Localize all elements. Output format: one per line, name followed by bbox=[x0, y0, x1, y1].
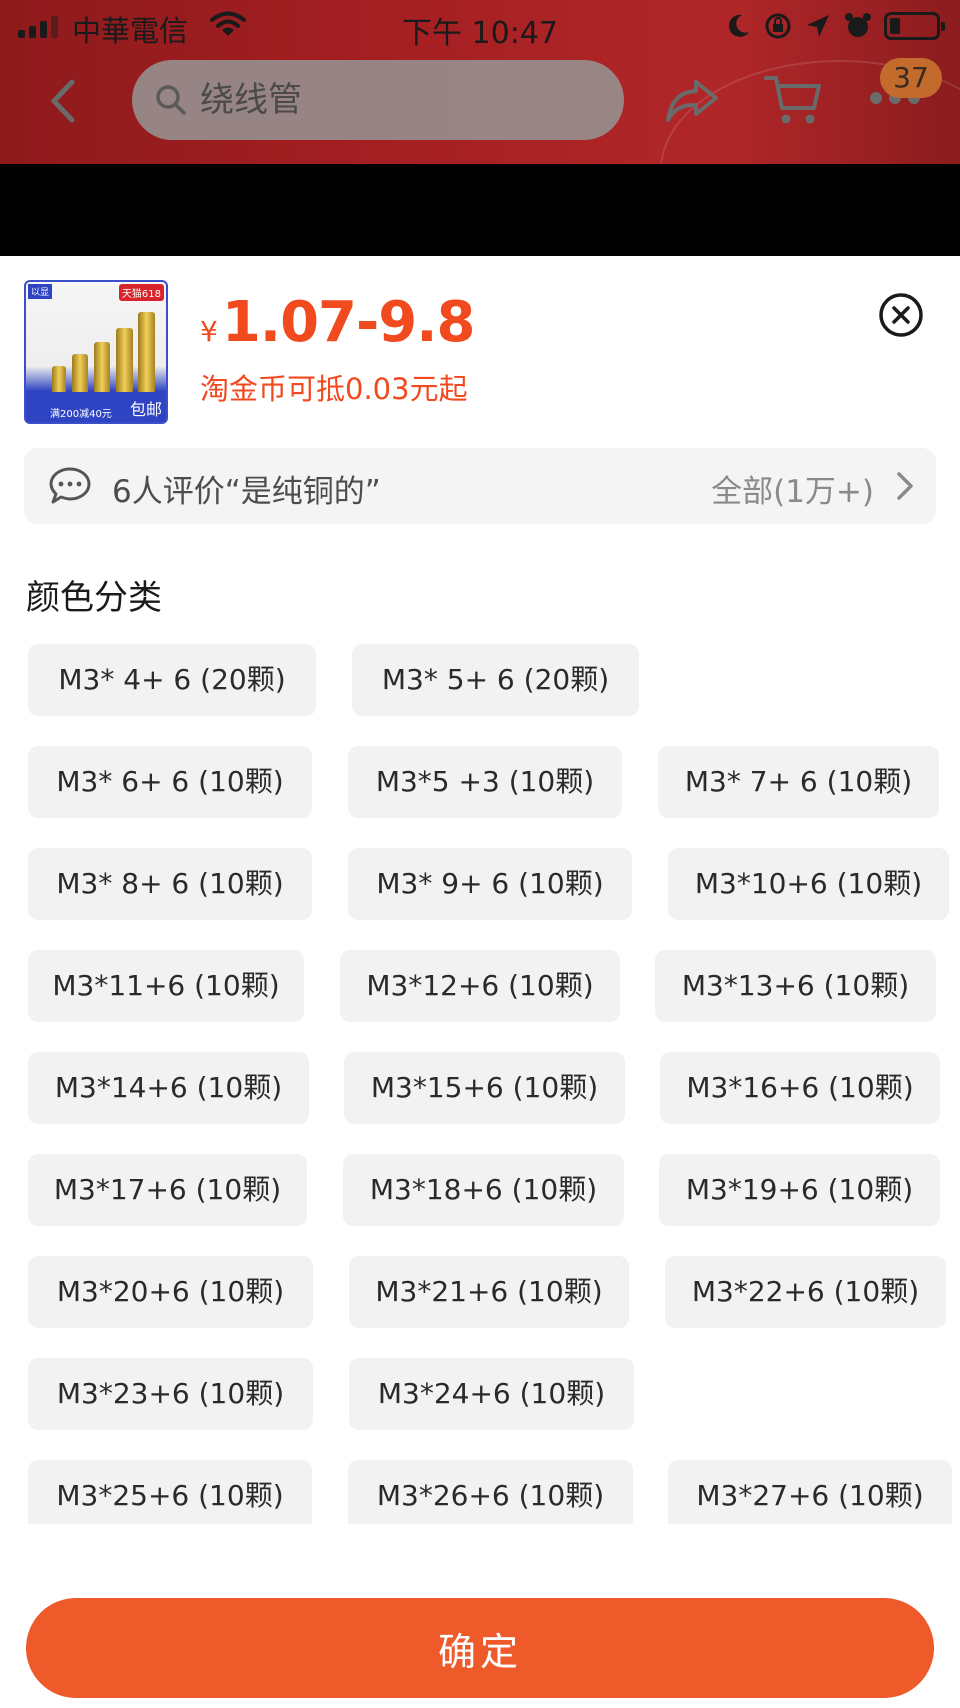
sku-option[interactable]: M3*5 +3 (10颗) bbox=[348, 746, 622, 818]
alarm-icon bbox=[845, 13, 871, 37]
sku-option[interactable]: M3*20+6 (10颗) bbox=[28, 1256, 313, 1328]
share-icon[interactable] bbox=[664, 76, 720, 126]
sku-option[interactable]: M3*18+6 (10颗) bbox=[343, 1154, 624, 1226]
sku-option[interactable]: M3*23+6 (10颗) bbox=[28, 1358, 313, 1430]
sku-option[interactable]: M3*11+6 (10颗) bbox=[28, 950, 304, 1022]
sku-option[interactable]: M3*12+6 (10颗) bbox=[340, 950, 620, 1022]
sku-option[interactable]: M3*16+6 (10颗) bbox=[660, 1052, 940, 1124]
sku-option[interactable]: M3*10+6 (10颗) bbox=[668, 848, 949, 920]
status-bar: 中華電信 下午 10:47 bbox=[0, 0, 960, 54]
sku-option[interactable]: M3*22+6 (10颗) bbox=[665, 1256, 946, 1328]
sku-option[interactable]: M3*25+6 (10颗) bbox=[28, 1460, 312, 1524]
dim-overlay-band bbox=[0, 164, 960, 256]
sku-option[interactable]: M3* 8+ 6 (10颗) bbox=[28, 848, 312, 920]
sku-option[interactable]: M3*19+6 (10颗) bbox=[659, 1154, 940, 1226]
sku-option[interactable]: M3* 9+ 6 (10颗) bbox=[348, 848, 632, 920]
search-input[interactable] bbox=[200, 80, 580, 120]
back-arrow-icon[interactable] bbox=[42, 76, 86, 126]
location-arrow-icon bbox=[807, 15, 829, 37]
nav-row: 37 bbox=[0, 58, 960, 146]
sku-option[interactable]: M3* 5+ 6 (20颗) bbox=[352, 644, 639, 716]
sku-option[interactable]: M3*13+6 (10颗) bbox=[655, 950, 936, 1022]
sku-selector-sheet: 以显 天猫618 满200减40元 包邮 ¥ 1.07-9.8 淘金币可抵0.0… bbox=[0, 256, 960, 1708]
sku-option[interactable]: M3*24+6 (10颗) bbox=[349, 1358, 634, 1430]
sku-option-list: M3* 4+ 6 (20颗) M3* 5+ 6 (20颗) M3* 6+ 6 (10… bbox=[0, 256, 960, 1524]
status-icons bbox=[724, 12, 945, 40]
sku-option[interactable]: M3*27+6 (10颗) bbox=[668, 1460, 952, 1524]
sku-option[interactable]: M3*15+6 (10颗) bbox=[344, 1052, 625, 1124]
sku-option[interactable]: M3*17+6 (10颗) bbox=[28, 1154, 307, 1226]
moon-icon bbox=[728, 14, 749, 37]
sku-option[interactable]: M3* 7+ 6 (10颗) bbox=[658, 746, 939, 818]
cart-count-badge: 37 bbox=[880, 58, 942, 98]
sku-option[interactable]: M3*21+6 (10颗) bbox=[349, 1256, 629, 1328]
sku-option[interactable]: M3* 4+ 6 (20颗) bbox=[28, 644, 316, 716]
cart-icon[interactable] bbox=[764, 72, 822, 128]
battery-icon bbox=[884, 12, 945, 40]
sku-option[interactable]: M3* 6+ 6 (10颗) bbox=[28, 746, 312, 818]
rotation-lock-icon bbox=[765, 13, 791, 39]
search-bar[interactable] bbox=[132, 60, 624, 140]
search-icon bbox=[156, 85, 186, 115]
sku-option[interactable]: M3*26+6 (10颗) bbox=[348, 1460, 633, 1524]
top-nav-area: 中華電信 下午 10:47 绕线管 37 bbox=[0, 0, 960, 164]
confirm-button[interactable]: 确定 bbox=[26, 1598, 934, 1698]
sku-option[interactable]: M3*14+6 (10颗) bbox=[28, 1052, 309, 1124]
